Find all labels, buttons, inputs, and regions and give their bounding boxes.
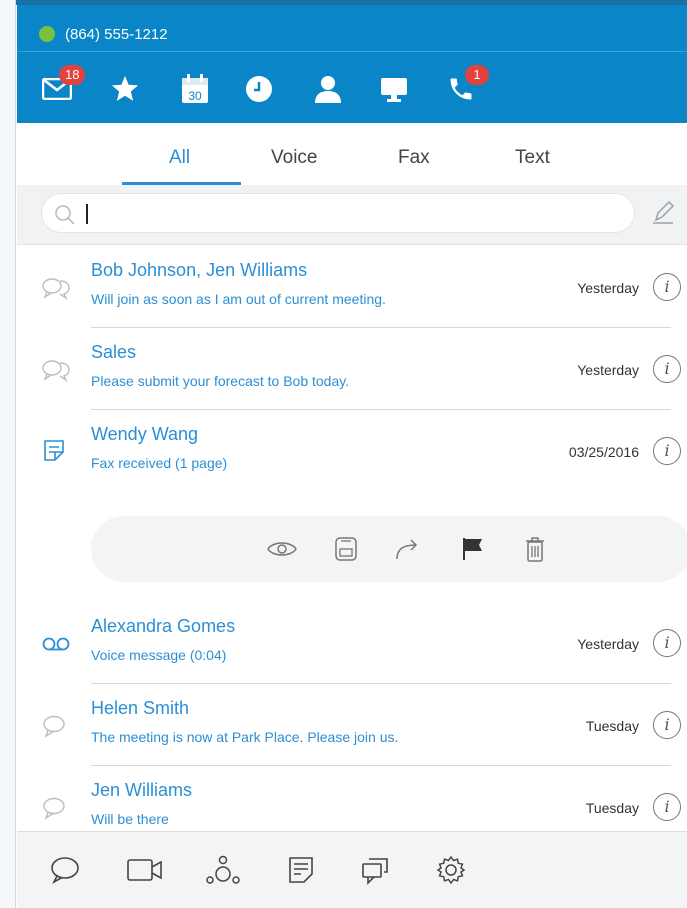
messages-button[interactable]: 18: [37, 65, 86, 109]
window-left-edge: [0, 0, 16, 908]
message-preview: Please submit your forecast to Bob today…: [91, 373, 350, 389]
messages-badge: 18: [59, 65, 86, 85]
message-time: Tuesday: [585, 800, 639, 816]
monitor-icon: [381, 78, 407, 102]
message-time: Yesterday: [577, 280, 639, 296]
list-item[interactable]: Bob Johnson, Jen Williams Will join as s…: [17, 246, 687, 328]
conference-icon: [206, 855, 240, 884]
phone-number: (864) 555-1212: [65, 25, 168, 43]
favorites-button[interactable]: [105, 69, 145, 109]
tab-fax[interactable]: Fax: [398, 147, 430, 169]
info-icon[interactable]: i: [653, 273, 681, 301]
chat-bubble-icon: [43, 715, 65, 738]
conference-button[interactable]: [205, 852, 241, 888]
settings-button[interactable]: [433, 852, 469, 888]
settings-icon: [436, 855, 466, 885]
message-preview: Will join as soon as I am out of current…: [91, 291, 386, 307]
video-icon: [127, 859, 162, 881]
star-icon: [111, 75, 139, 101]
flag-icon: [463, 538, 482, 560]
tab-text[interactable]: Text: [515, 147, 550, 169]
chat-icon: [51, 857, 79, 884]
calendar-icon: 30: [182, 74, 208, 103]
contacts-button[interactable]: [308, 69, 348, 109]
voicemail-icon: [42, 637, 70, 651]
chat-bubble-icon: [43, 797, 65, 820]
contact-name: Wendy Wang: [91, 424, 199, 444]
status-row: (864) 555-1212: [39, 24, 168, 44]
chat-button[interactable]: [47, 852, 83, 888]
save-icon: [335, 537, 357, 561]
contact-name: Jen Williams: [91, 780, 193, 800]
history-button[interactable]: [239, 69, 279, 109]
message-preview: Voice message (0:04): [91, 647, 227, 663]
search-input[interactable]: [41, 193, 635, 233]
video-button[interactable]: [127, 852, 163, 888]
svg-text:30: 30: [188, 89, 202, 103]
message-time: Yesterday: [577, 362, 639, 378]
search-icon: [55, 205, 75, 225]
list-item-selected[interactable]: Wendy Wang Fax received (1 page) 03/25/2…: [17, 410, 687, 492]
presence-status-icon[interactable]: [39, 26, 55, 42]
view-button[interactable]: [267, 534, 297, 564]
tab-voice[interactable]: Voice: [271, 147, 317, 169]
app-window: (864) 555-1212 18 30 1 All Voice Fax Tex…: [17, 5, 687, 908]
message-preview: Fax received (1 page): [91, 455, 228, 471]
message-preview: The meeting is now at Park Place. Please…: [91, 729, 399, 745]
text-cursor: [86, 204, 88, 224]
chat-bubbles-icon: [42, 360, 70, 382]
contact-name: Alexandra Gomes: [91, 616, 236, 636]
info-icon[interactable]: i: [653, 629, 681, 657]
person-icon: [315, 76, 341, 103]
list-item[interactable]: Sales Please submit your forecast to Bob…: [17, 328, 687, 410]
contact-name: Bob Johnson, Jen Williams: [91, 260, 308, 280]
list-item[interactable]: Helen Smith The meeting is now at Park P…: [17, 684, 687, 766]
chat-rooms-button[interactable]: [357, 852, 393, 888]
message-time: Tuesday: [585, 718, 639, 734]
fax-icon: [44, 440, 64, 461]
contact-name: Sales: [91, 342, 137, 362]
header-divider: [17, 51, 687, 52]
info-icon[interactable]: i: [653, 437, 681, 465]
filter-tabs: All Voice Fax Text: [17, 123, 687, 185]
message-list: Bob Johnson, Jen Williams Will join as s…: [17, 246, 687, 831]
info-icon[interactable]: i: [653, 711, 681, 739]
top-toolbar: 18 30 1: [17, 65, 687, 113]
forward-icon: [396, 539, 418, 560]
search-bar: [17, 185, 687, 245]
trash-icon: [526, 537, 544, 562]
message-actions-bar: [91, 516, 687, 582]
list-item[interactable]: Alexandra Gomes Voice message (0:04) Yes…: [17, 602, 687, 684]
header: (864) 555-1212 18 30 1: [17, 5, 687, 123]
forward-button[interactable]: [393, 534, 423, 564]
chat-bubbles-icon: [42, 278, 70, 300]
delete-button[interactable]: [520, 534, 550, 564]
info-icon[interactable]: i: [653, 355, 681, 383]
contact-name: Helen Smith: [91, 698, 190, 718]
calendar-button[interactable]: 30: [175, 69, 215, 109]
chat-rooms-icon: [362, 858, 388, 885]
bottom-bar: [17, 831, 687, 908]
info-icon[interactable]: i: [653, 793, 681, 821]
calls-badge: 1: [465, 65, 489, 85]
save-button[interactable]: [331, 534, 361, 564]
message-time: Yesterday: [577, 636, 639, 652]
message-preview: Will be there: [91, 811, 169, 827]
notes-button[interactable]: [283, 852, 319, 888]
clock-icon: [246, 76, 272, 102]
flag-button[interactable]: [458, 534, 488, 564]
message-time: 03/25/2016: [568, 444, 639, 460]
tab-all[interactable]: All: [169, 147, 190, 169]
calls-button[interactable]: 1: [441, 65, 489, 109]
screen-share-button[interactable]: [374, 69, 414, 109]
notes-icon: [289, 857, 313, 883]
eye-icon: [267, 542, 297, 556]
compose-icon[interactable]: [651, 199, 675, 225]
